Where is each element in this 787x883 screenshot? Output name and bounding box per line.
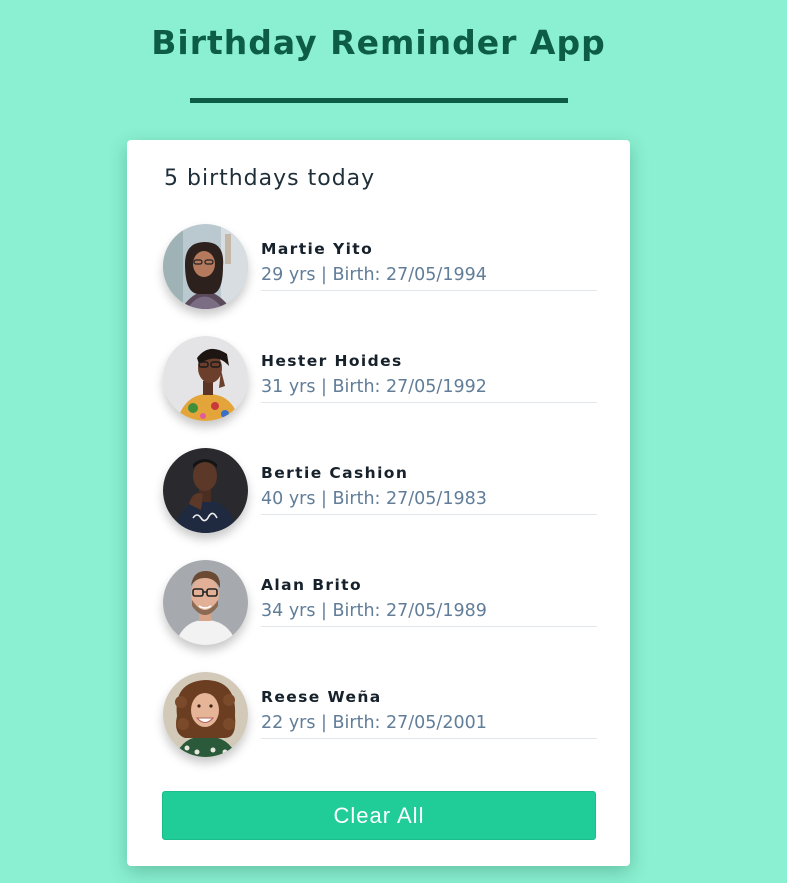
person-name: Alan Brito: [261, 576, 363, 594]
person-divider: [261, 402, 597, 403]
person-info: 31 yrs | Birth: 27/05/1992: [261, 377, 487, 397]
birthday-card: 5 birthdays today Martie Yito 29 yrs | B…: [127, 140, 630, 866]
person-info: 34 yrs | Birth: 27/05/1989: [261, 601, 487, 621]
man-dark-tshirt-photo-icon: [163, 448, 248, 533]
person-item: Reese Weña 22 yrs | Birth: 27/05/2001: [163, 672, 597, 758]
person-item: Alan Brito 34 yrs | Birth: 27/05/1989: [163, 560, 597, 646]
person-divider: [261, 290, 597, 291]
clear-all-button[interactable]: Clear All: [162, 791, 596, 840]
person-divider: [261, 738, 597, 739]
person-info: 22 yrs | Birth: 27/05/2001: [261, 713, 487, 733]
person-info: 29 yrs | Birth: 27/05/1994: [261, 265, 487, 285]
person-item: Hester Hoides 31 yrs | Birth: 27/05/1992: [163, 336, 597, 422]
woman-colorful-shirt-photo-icon: [163, 336, 248, 421]
title-underline: [190, 98, 568, 103]
person-avatar: [163, 672, 248, 757]
person-name: Bertie Cashion: [261, 464, 409, 482]
woman-curly-hair-photo-icon: [163, 672, 248, 757]
person-avatar: [163, 224, 248, 309]
birthday-count: 5 birthdays today: [164, 166, 376, 191]
person-item: Bertie Cashion 40 yrs | Birth: 27/05/198…: [163, 448, 597, 534]
person-name: Hester Hoides: [261, 352, 403, 370]
app-title: Birthday Reminder App: [151, 23, 606, 62]
person-avatar: [163, 336, 248, 421]
person-avatar: [163, 448, 248, 533]
man-glasses-beard-photo-icon: [163, 560, 248, 645]
person-name: Martie Yito: [261, 240, 374, 258]
person-name: Reese Weña: [261, 688, 382, 706]
person-item: Martie Yito 29 yrs | Birth: 27/05/1994: [163, 224, 597, 310]
woman-glasses-street-photo-icon: [163, 224, 248, 309]
person-info: 40 yrs | Birth: 27/05/1983: [261, 489, 487, 509]
person-avatar: [163, 560, 248, 645]
person-divider: [261, 514, 597, 515]
person-divider: [261, 626, 597, 627]
